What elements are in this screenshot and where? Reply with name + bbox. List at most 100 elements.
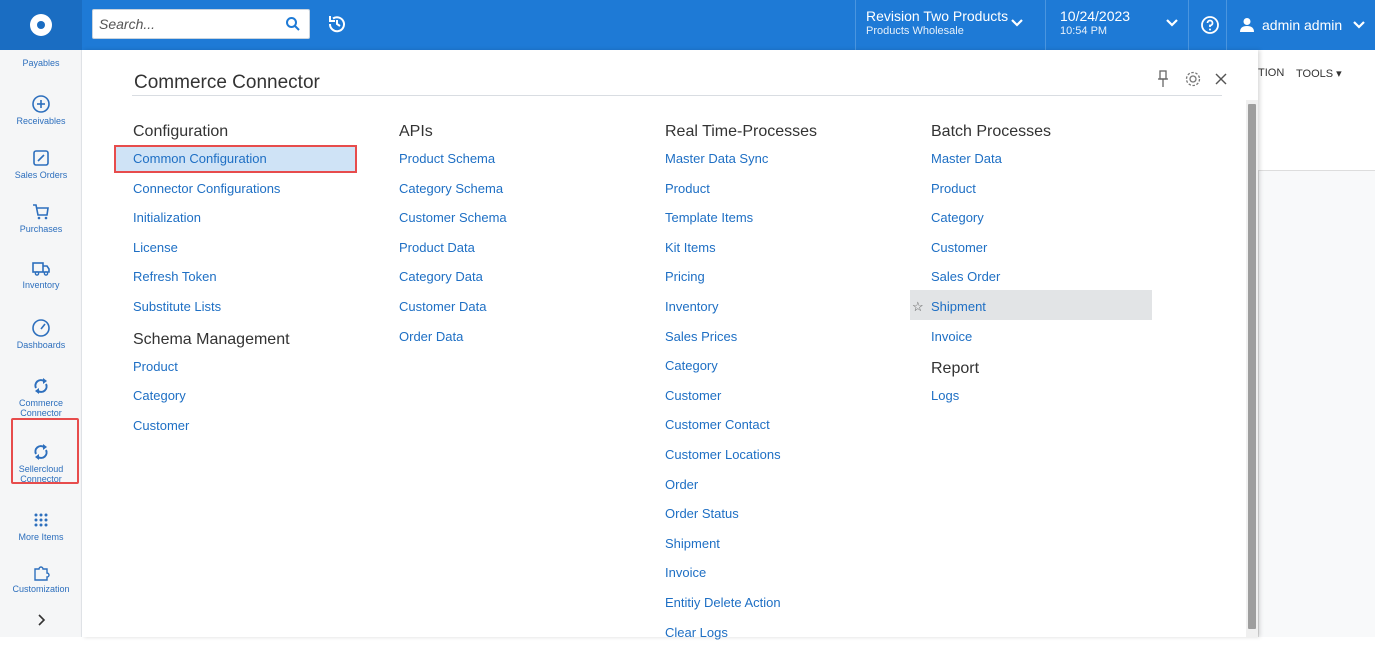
nav-item-receivables[interactable]: Receivables xyxy=(0,94,82,126)
user-menu[interactable]: admin admin xyxy=(1228,0,1366,50)
nav-item-sellercloud-connector[interactable]: Sellercloud Connector xyxy=(0,442,82,484)
link-customer-locations[interactable]: Customer Locations xyxy=(665,440,817,470)
link-connector-configurations[interactable]: Connector Configurations xyxy=(133,174,290,204)
search-box[interactable] xyxy=(92,9,310,39)
link-schema-category[interactable]: Category xyxy=(133,381,290,411)
sync-icon xyxy=(31,442,51,462)
column-apis: APIs Product Schema Category Schema Cust… xyxy=(399,120,507,351)
section-heading: Batch Processes xyxy=(931,120,1051,144)
grid-icon xyxy=(31,510,51,530)
column-real-time-processes: Real Time-Processes Master Data Sync Pro… xyxy=(665,120,817,647)
link-entity-delete-action[interactable]: Entitiy Delete Action xyxy=(665,588,817,618)
nav-item-label: Commerce Connector xyxy=(16,398,66,418)
link-common-configuration[interactable]: Common Configuration xyxy=(133,144,290,174)
link-customer-schema[interactable]: Customer Schema xyxy=(399,203,507,233)
nav-item-label: Sellercloud Connector xyxy=(16,464,66,484)
link-master-data-sync[interactable]: Master Data Sync xyxy=(665,144,817,174)
link-rt-product[interactable]: Product xyxy=(665,174,817,204)
search-input[interactable] xyxy=(99,14,279,34)
link-inventory[interactable]: Inventory xyxy=(665,292,817,322)
link-batch-customer[interactable]: Customer xyxy=(931,233,1051,263)
link-batch-product[interactable]: Product xyxy=(931,174,1051,204)
link-schema-customer[interactable]: Customer xyxy=(133,411,290,441)
link-master-data[interactable]: Master Data xyxy=(931,144,1051,174)
nav-item-more-items[interactable]: More Items xyxy=(0,510,82,542)
link-product-data[interactable]: Product Data xyxy=(399,233,507,263)
link-batch-shipment[interactable]: Shipment xyxy=(931,292,1051,322)
business-date[interactable]: 10/24/2023 10:54 PM xyxy=(1060,8,1130,37)
star-icon[interactable]: ☆ xyxy=(912,299,924,315)
nav-item-payables[interactable]: Payables xyxy=(0,50,82,68)
nav-item-sales-orders[interactable]: Sales Orders xyxy=(0,148,82,180)
top-bar: Revision Two Products Products Wholesale… xyxy=(0,0,1375,50)
link-category-data[interactable]: Category Data xyxy=(399,262,507,292)
link-rt-invoice[interactable]: Invoice xyxy=(665,558,817,588)
link-rt-shipment[interactable]: Shipment xyxy=(665,529,817,559)
link-order-status[interactable]: Order Status xyxy=(665,499,817,529)
app-logo[interactable] xyxy=(0,0,82,50)
link-initialization[interactable]: Initialization xyxy=(133,203,290,233)
puzzle-icon xyxy=(31,562,51,582)
link-sales-prices[interactable]: Sales Prices xyxy=(665,322,817,352)
scrollbar[interactable] xyxy=(1246,100,1258,637)
link-schema-product[interactable]: Product xyxy=(133,352,290,382)
scrollbar-thumb[interactable] xyxy=(1248,104,1256,629)
link-rt-customer[interactable]: Customer xyxy=(665,381,817,411)
section-heading: Report xyxy=(931,357,1051,381)
background-tab: TION xyxy=(1258,67,1284,79)
shipment-row[interactable]: ☆ Shipment xyxy=(931,292,1051,322)
divider xyxy=(1188,0,1189,50)
gear-icon[interactable] xyxy=(1184,70,1202,88)
edit-icon xyxy=(31,148,51,168)
chevron-down-icon[interactable] xyxy=(1165,16,1179,30)
chevron-down-icon[interactable] xyxy=(1010,16,1024,30)
tools-menu[interactable]: TOOLS ▾ xyxy=(1296,67,1342,80)
link-rt-category[interactable]: Category xyxy=(665,351,817,381)
link-category-schema[interactable]: Category Schema xyxy=(399,174,507,204)
sync-icon xyxy=(31,376,51,396)
nav-item-purchases[interactable]: Purchases xyxy=(0,202,82,234)
link-batch-invoice[interactable]: Invoice xyxy=(931,322,1051,352)
section-heading: Real Time-Processes xyxy=(665,120,817,144)
nav-item-inventory[interactable]: Inventory xyxy=(0,258,82,290)
link-order[interactable]: Order xyxy=(665,470,817,500)
link-batch-category[interactable]: Category xyxy=(931,203,1051,233)
link-sales-order[interactable]: Sales Order xyxy=(931,262,1051,292)
link-license[interactable]: License xyxy=(133,233,290,263)
nav-item-customization[interactable]: Customization xyxy=(0,562,82,594)
nav-item-label: More Items xyxy=(0,532,82,542)
link-logs[interactable]: Logs xyxy=(931,381,1051,411)
date-value: 10/24/2023 xyxy=(1060,8,1130,24)
link-customer-contact[interactable]: Customer Contact xyxy=(665,410,817,440)
divider xyxy=(855,0,856,50)
link-order-data[interactable]: Order Data xyxy=(399,322,507,352)
link-refresh-token[interactable]: Refresh Token xyxy=(133,262,290,292)
pin-icon[interactable] xyxy=(1156,70,1170,88)
section-heading: Schema Management xyxy=(133,328,290,352)
link-substitute-lists[interactable]: Substitute Lists xyxy=(133,292,290,322)
column-batch-processes: Batch Processes Master Data Product Cate… xyxy=(931,120,1051,411)
gauge-icon xyxy=(31,318,51,338)
link-customer-data[interactable]: Customer Data xyxy=(399,292,507,322)
user-icon xyxy=(1240,17,1254,33)
nav-item-commerce-connector[interactable]: Commerce Connector xyxy=(0,376,82,418)
chevron-right-icon[interactable] xyxy=(35,613,47,627)
nav-item-label: Payables xyxy=(0,58,82,68)
search-icon[interactable] xyxy=(285,16,301,32)
cart-icon xyxy=(31,202,51,222)
help-icon[interactable] xyxy=(1199,14,1221,36)
link-pricing[interactable]: Pricing xyxy=(665,262,817,292)
link-kit-items[interactable]: Kit Items xyxy=(665,233,817,263)
nav-item-dashboards[interactable]: Dashboards xyxy=(0,318,82,350)
history-icon[interactable] xyxy=(326,13,348,35)
link-product-schema[interactable]: Product Schema xyxy=(399,144,507,174)
close-icon[interactable] xyxy=(1214,72,1228,86)
logo-icon xyxy=(30,14,52,36)
link-template-items[interactable]: Template Items xyxy=(665,203,817,233)
commerce-connector-panel: Commerce Connector Configuration Common … xyxy=(82,50,1258,637)
chevron-down-icon[interactable] xyxy=(1352,18,1366,32)
column-configuration: Configuration Common Configuration Conne… xyxy=(133,120,290,440)
divider xyxy=(1226,0,1227,50)
link-clear-logs[interactable]: Clear Logs xyxy=(665,618,817,647)
nav-item-label: Receivables xyxy=(0,116,82,126)
